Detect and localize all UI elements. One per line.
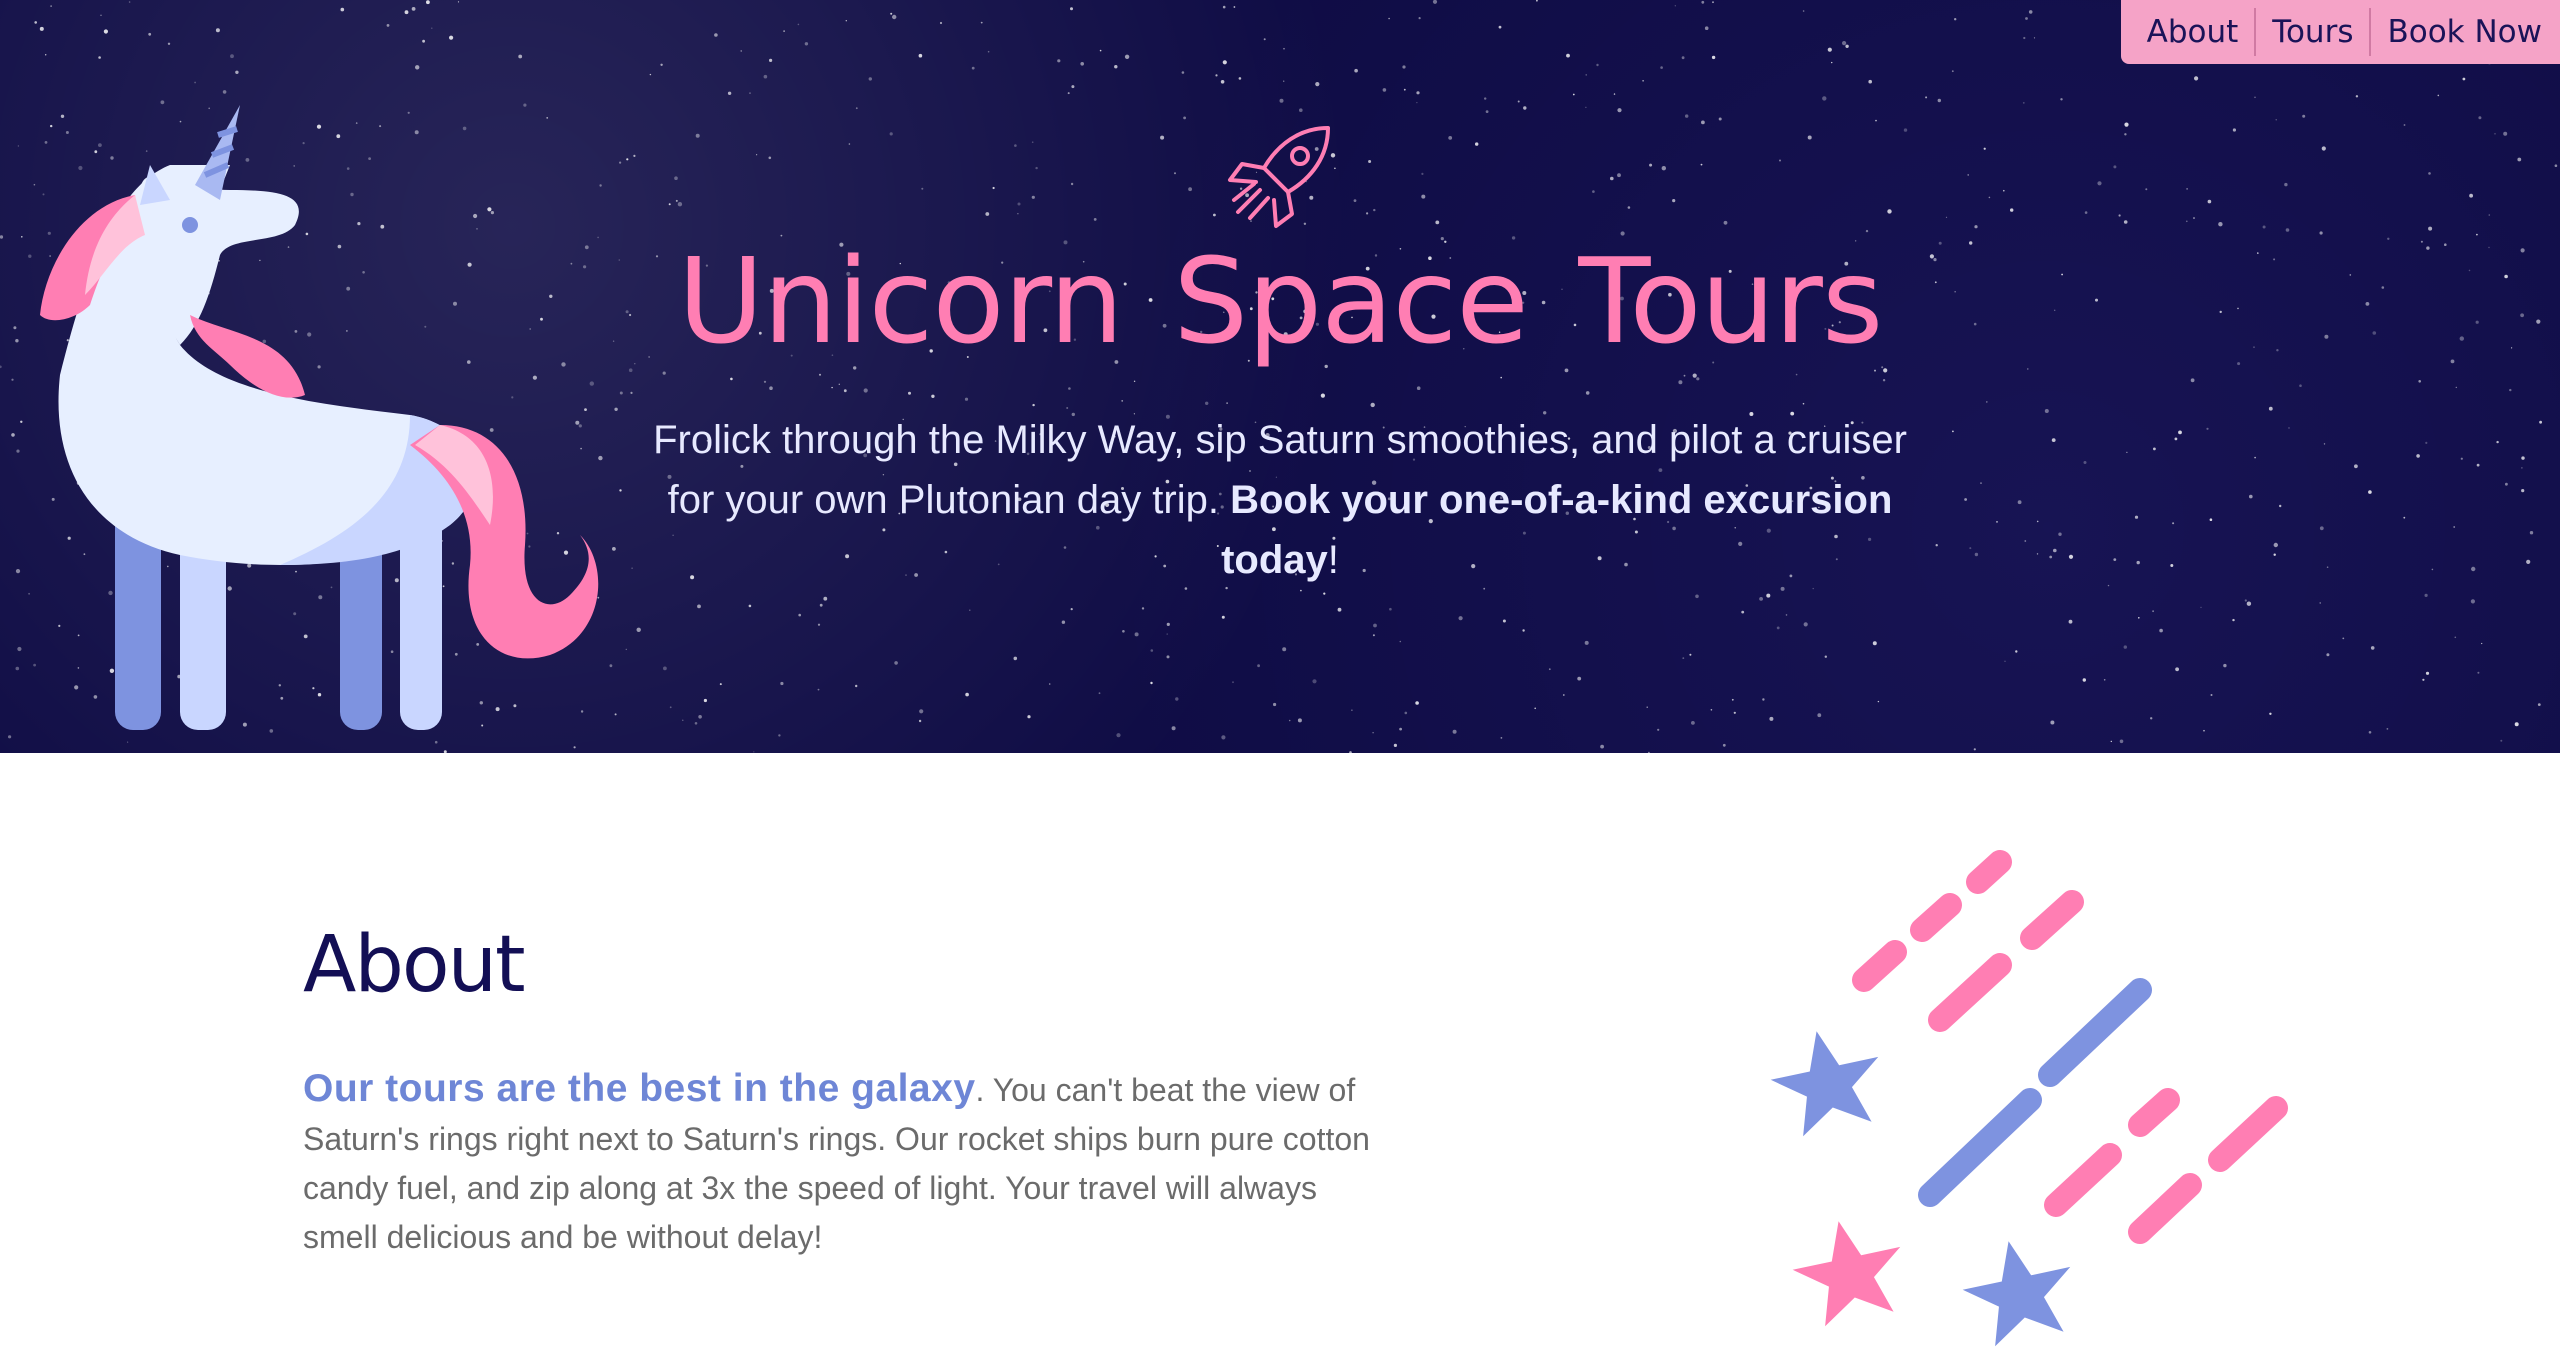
top-navigation: About Tours Book Now [2120, 0, 2560, 64]
about-lead: Our tours are the best in the galaxy [303, 1067, 976, 1110]
nav-link-about[interactable]: About [2131, 8, 2257, 56]
hero-banner: About Tours Book Now Unicorn Space Tours… [0, 0, 2560, 753]
hero-intro-end: ! [1327, 538, 1339, 582]
nav-link-book-now[interactable]: Book Now [2371, 8, 2558, 56]
about-heading: About [303, 920, 526, 1010]
hero-intro-emphasis: Book your one-of-a-kind excursion today [1221, 478, 1893, 582]
rocket-icon [1228, 126, 1330, 228]
nav-link-tours[interactable]: Tours [2256, 8, 2372, 56]
about-paragraph: Our tours are the best in the galaxy. Yo… [303, 1064, 1383, 1262]
hero-intro: Frolick through the Milky Way, sip Satur… [650, 410, 1910, 590]
shooting-stars-illustration [1770, 850, 2288, 1347]
unicorn-illustration [40, 105, 599, 730]
page-title: Unicorn Space Tours [677, 232, 1884, 370]
